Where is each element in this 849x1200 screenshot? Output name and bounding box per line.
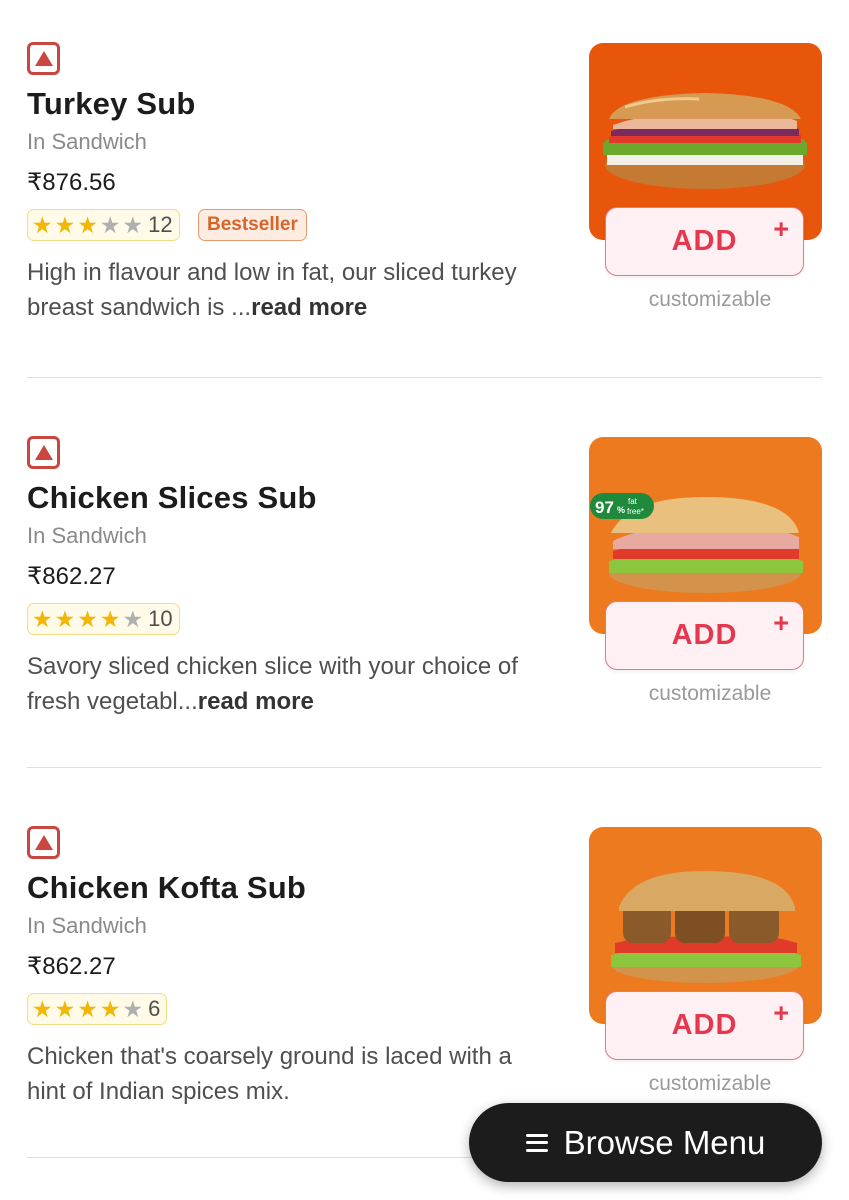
star-icon: ★ xyxy=(54,995,76,1022)
badge-number: 97 xyxy=(595,498,614,517)
plus-icon: + xyxy=(773,214,789,244)
badge-percent: % xyxy=(617,505,625,515)
star-icon: ★ xyxy=(54,211,76,238)
browse-menu-button[interactable]: Browse Menu xyxy=(469,1103,822,1182)
add-label: ADD xyxy=(671,1009,738,1041)
rating-badge: ★ ★ ★ ★ ★ 12 xyxy=(27,209,180,241)
item-description: Savory sliced chicken slice with your ch… xyxy=(27,649,547,719)
star-icon: ★ xyxy=(99,995,121,1022)
add-label: ADD xyxy=(671,225,738,257)
badge-text-free: free* xyxy=(627,507,644,516)
star-icon: ★ xyxy=(99,605,121,632)
menu-item-turkey-sub: Turkey Sub In Sandwich ₹876.56 ★ ★ ★ ★ ★… xyxy=(0,0,849,390)
non-veg-indicator-icon xyxy=(27,826,60,859)
item-price: ₹876.56 xyxy=(27,169,116,196)
star-icon: ★ xyxy=(32,211,53,238)
item-description: High in flavour and low in fat, our slic… xyxy=(27,255,547,325)
divider xyxy=(27,377,822,378)
item-description: Chicken that's coarsely ground is laced … xyxy=(27,1043,512,1105)
browse-menu-label: Browse Menu xyxy=(563,1123,766,1161)
rating-badge: ★ ★ ★ ★ ★ 6 xyxy=(27,993,168,1025)
item-price: ₹862.27 xyxy=(27,953,116,980)
non-veg-indicator-icon xyxy=(27,436,60,469)
rating-count: 6 xyxy=(148,996,161,1021)
badge-text-fat: fat xyxy=(628,497,638,506)
item-category: In Sandwich xyxy=(27,523,147,548)
customizable-label: customizable xyxy=(648,682,772,705)
menu-item-chicken-slices-sub: Chicken Slices Sub In Sandwich ₹862.27 ★… xyxy=(0,394,849,784)
hamburger-menu-icon xyxy=(525,1133,548,1152)
item-category: In Sandwich xyxy=(27,129,147,154)
item-category: In Sandwich xyxy=(27,913,147,938)
star-icon: ★ xyxy=(99,211,121,238)
plus-icon: + xyxy=(773,608,789,638)
customizable-label: customizable xyxy=(648,1072,772,1095)
item-price: ₹862.27 xyxy=(27,563,116,590)
customizable-label: customizable xyxy=(648,288,772,311)
star-icon: ★ xyxy=(77,995,98,1022)
rating-count: 12 xyxy=(148,212,173,237)
star-icon: ★ xyxy=(122,605,144,632)
rating-count: 10 xyxy=(148,606,173,631)
star-icon: ★ xyxy=(32,605,53,632)
star-icon: ★ xyxy=(77,605,98,632)
add-button[interactable]: ADD + xyxy=(605,207,804,276)
star-icon: ★ xyxy=(32,995,53,1022)
add-button[interactable]: ADD + xyxy=(605,991,804,1060)
bestseller-badge: Bestseller xyxy=(198,209,307,241)
item-name: Chicken Kofta Sub xyxy=(27,870,306,905)
rating-badge: ★ ★ ★ ★ ★ 10 xyxy=(27,603,180,635)
read-more-link[interactable]: read more xyxy=(198,688,314,715)
item-name: Chicken Slices Sub xyxy=(27,480,317,515)
add-button[interactable]: ADD + xyxy=(605,601,804,670)
star-icon: ★ xyxy=(122,211,144,238)
star-icon: ★ xyxy=(54,605,76,632)
add-label: ADD xyxy=(671,619,738,651)
non-veg-indicator-icon xyxy=(27,42,60,75)
item-name: Turkey Sub xyxy=(27,86,196,121)
divider xyxy=(27,767,822,768)
star-icon: ★ xyxy=(77,211,98,238)
plus-icon: + xyxy=(773,998,789,1028)
star-icon: ★ xyxy=(122,995,144,1022)
read-more-link[interactable]: read more xyxy=(251,294,367,321)
